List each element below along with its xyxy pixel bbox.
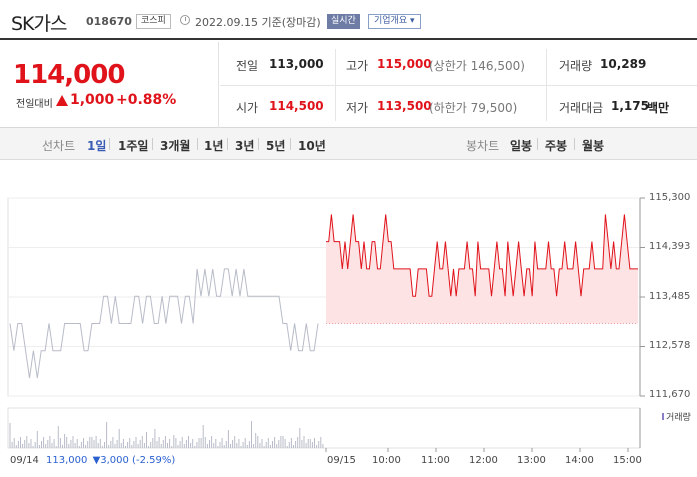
divider: [258, 138, 259, 150]
period-3y[interactable]: 3년: [235, 137, 254, 154]
lower-limit: (하한가 79,500): [429, 101, 518, 115]
divider: [546, 49, 547, 121]
current-price-box: 114,000 전일대비 1,000 +0.88%: [0, 42, 219, 128]
period-1y[interactable]: 1년: [204, 137, 223, 154]
candle-weekly[interactable]: 주봉: [545, 137, 567, 154]
candle-chart-label: 봉차트: [466, 139, 500, 153]
x-tick-label: 11:00: [421, 455, 450, 466]
candle-daily[interactable]: 일봉: [510, 137, 532, 154]
open-value: 114,500: [269, 99, 324, 113]
change-label: 전일대비: [16, 99, 53, 110]
price-summary: 114,000 전일대비 1,000 +0.88% 전일 113,000 시가 …: [0, 42, 697, 128]
prev-close-value: 113,000: [269, 57, 324, 71]
stock-name: SK가스: [11, 13, 67, 35]
volume-label: 거래량: [559, 59, 593, 73]
x-tick-label: 13:00: [517, 455, 546, 466]
candle-monthly[interactable]: 월봉: [582, 137, 604, 154]
chevron-down-icon: ▾: [410, 16, 415, 26]
period-3m[interactable]: 3개월: [160, 137, 190, 154]
market-badge: 코스피: [136, 14, 171, 29]
up-arrow-icon: [56, 95, 68, 106]
period-10y[interactable]: 10년: [298, 137, 326, 154]
y-tick-label: 111,670: [649, 389, 691, 400]
company-overview-dropdown[interactable]: 기업개요 ▾: [368, 14, 421, 29]
as-of-date: 2022.09.15 기준(장마감): [195, 16, 321, 29]
divider: [197, 138, 198, 150]
prev-day-summary: 09/14 113,000 ▼3,000 (-2.59%): [10, 455, 175, 466]
change-value: 1,000: [70, 92, 115, 108]
period-5y[interactable]: 5년: [266, 137, 285, 154]
divider: [109, 138, 110, 150]
divider: [290, 138, 291, 150]
divider: [152, 138, 153, 150]
trade-value: 1,175: [611, 99, 649, 113]
low-label: 저가: [346, 101, 369, 115]
company-overview-label: 기업개요: [374, 16, 408, 26]
x-tick-label: 14:00: [565, 455, 594, 466]
high-label: 고가: [346, 59, 369, 73]
x-tick-label: 10:00: [372, 455, 401, 466]
prev-price: 113,000: [46, 455, 88, 466]
volume-legend: 거래량: [662, 410, 691, 423]
period-selector-bar: 선차트 1일 1주일 3개월 1년 3년 5년 10년 봉차트 일봉 주봉 월봉: [0, 128, 697, 160]
volume-panel: [7, 407, 641, 449]
prev-change: ▼3,000 (-2.59%): [92, 455, 176, 466]
stock-code: 018670: [86, 15, 132, 28]
x-tick-label: 12:00: [469, 455, 498, 466]
high-value: 115,000: [377, 57, 432, 71]
low-value: 113,500: [377, 99, 432, 113]
divider: [537, 138, 538, 150]
period-1d[interactable]: 1일: [87, 137, 106, 154]
price-chart[interactable]: [0, 160, 697, 455]
change-rate: +0.88%: [116, 92, 177, 108]
trade-value-unit: 백만: [647, 101, 670, 115]
y-tick-label: 112,578: [649, 340, 691, 351]
y-tick-label: 115,300: [649, 192, 691, 203]
prev-date: 09/14: [10, 455, 39, 466]
volume-value: 10,289: [600, 57, 647, 71]
current-price: 114,000: [13, 60, 125, 90]
y-tick-label: 114,393: [649, 241, 691, 252]
x-tick-label: 15:00: [613, 455, 642, 466]
open-label: 시가: [236, 101, 259, 115]
x-tick-label: 09/15: [327, 455, 356, 466]
divider: [227, 138, 228, 150]
divider: [220, 85, 697, 86]
prev-close-label: 전일: [236, 59, 259, 73]
divider: [574, 138, 575, 150]
stock-header: SK가스 018670 코스피 2022.09.15 기준(장마감) 실시간 기…: [0, 0, 697, 40]
y-tick-label: 113,485: [649, 291, 691, 302]
clock-icon: [180, 15, 190, 25]
line-chart-label: 선차트: [42, 139, 76, 153]
trade-value-label: 거래대금: [559, 101, 604, 115]
divider: [335, 49, 336, 121]
upper-limit: (상한가 146,500): [429, 59, 525, 73]
realtime-button[interactable]: 실시간: [327, 14, 360, 29]
period-1w[interactable]: 1주일: [118, 137, 148, 154]
